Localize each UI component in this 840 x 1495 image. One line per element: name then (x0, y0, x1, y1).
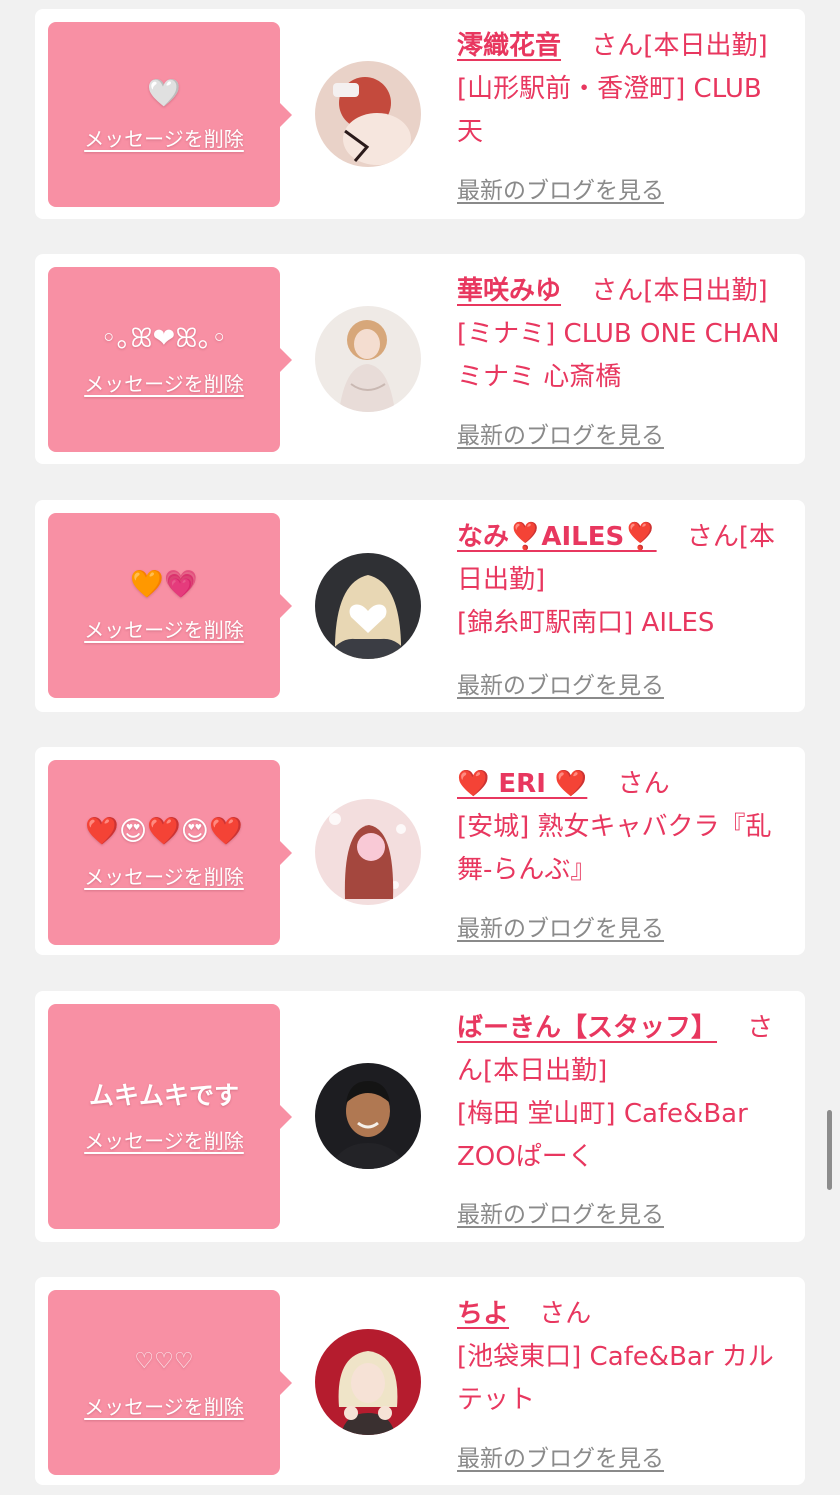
message-bubble: 🤍 メッセージを削除 (48, 22, 292, 207)
avatar[interactable] (315, 306, 421, 412)
latest-blog-link[interactable]: 最新のブログを見る (457, 171, 664, 205)
message-card: 🧡💗 メッセージを削除 なみ❣️AILES❣️ さん[本日出勤] [錦糸町駅南口… (35, 500, 805, 712)
latest-blog-link[interactable]: 最新のブログを見る (457, 666, 664, 700)
avatar-photo (315, 1329, 421, 1435)
honorific: さん (539, 1299, 592, 1329)
avatar[interactable] (315, 61, 421, 167)
scrollbar[interactable] (827, 1110, 832, 1190)
cast-info: なみ❣️AILES❣️ さん[本日出勤] [錦糸町駅南口] AILES (457, 516, 793, 645)
message-text: ❤️😍❤️😍❤️ (85, 816, 243, 847)
avatar[interactable] (315, 553, 421, 659)
latest-blog-link[interactable]: 最新のブログを見る (457, 1195, 664, 1229)
avatar[interactable] (315, 1329, 421, 1435)
message-text: 🧡💗 (130, 569, 198, 600)
latest-blog-link[interactable]: 最新のブログを見る (457, 1439, 664, 1473)
message-text: ♡♡♡ (134, 1349, 194, 1374)
status-line: [本日出勤] (643, 276, 768, 306)
cast-name-link[interactable]: ちよ (457, 1299, 509, 1329)
delete-message-link[interactable]: メッセージを削除 (84, 123, 244, 152)
status-line: [本日出勤] (483, 1056, 608, 1086)
status-line: [本日出勤] (643, 31, 768, 61)
cast-name-link[interactable]: 澪織花音 (457, 31, 561, 61)
delete-message-link[interactable]: メッセージを削除 (84, 614, 244, 643)
cast-info: 澪織花音 さん[本日出勤] [山形駅前・香澄町] CLUB 天 (457, 25, 793, 154)
message-card: ❤️😍❤️😍❤️ メッセージを削除 ❤️ ERI ❤️ さん [安城] 熟女キャ… (35, 747, 805, 955)
honorific: さん (617, 769, 670, 799)
latest-blog-link[interactable]: 最新のブログを見る (457, 416, 664, 450)
message-text: 🤍 (147, 78, 181, 109)
avatar-photo (315, 799, 421, 905)
delete-message-link[interactable]: メッセージを削除 (84, 1391, 244, 1420)
avatar[interactable] (315, 1063, 421, 1169)
avatar-photo (315, 553, 421, 659)
honorific: さん (686, 522, 739, 552)
cast-info: 華咲みゆ さん[本日出勤] [ミナミ] CLUB ONE CHAN ミナミ 心斎… (457, 270, 793, 399)
shop-line: [池袋東口] Cafe&Bar カルテット (457, 1342, 774, 1415)
message-bubble: ❤️😍❤️😍❤️ メッセージを削除 (48, 760, 292, 945)
latest-blog-link[interactable]: 最新のブログを見る (457, 909, 664, 943)
cast-info: ❤️ ERI ❤️ さん [安城] 熟女キャバクラ『乱舞-らんぶ』 (457, 763, 793, 892)
message-text: ◦｡ꕤ❤ꕤ｡◦ (100, 323, 228, 354)
cast-name-link[interactable]: ばーきん【スタッフ】 (457, 1013, 717, 1043)
avatar[interactable] (315, 799, 421, 905)
shop-line: [錦糸町駅南口] AILES (457, 608, 715, 638)
message-text: ムキムキです (88, 1081, 239, 1110)
shop-line: [山形駅前・香澄町] CLUB 天 (457, 74, 762, 147)
message-card: ♡♡♡ メッセージを削除 ちよ さん [池袋東口] Cafe&Bar カルテット… (35, 1277, 805, 1485)
honorific: さん (591, 276, 644, 306)
message-card: 🤍 メッセージを削除 澪織花音 さん[本日出勤] [山形駅前・香澄町] CLUB… (35, 9, 805, 219)
cast-name-link[interactable]: 華咲みゆ (457, 276, 561, 306)
shop-line: [ミナミ] CLUB ONE CHAN ミナミ 心斎橋 (457, 319, 780, 392)
avatar-photo (315, 61, 421, 167)
shop-line: [安城] 熟女キャバクラ『乱舞-らんぶ』 (457, 812, 772, 885)
avatar-photo (315, 1063, 421, 1169)
shop-line: [梅田 堂山町] Cafe&Bar ZOOぱーく (457, 1099, 748, 1172)
message-bubble: ◦｡ꕤ❤ꕤ｡◦ メッセージを削除 (48, 267, 292, 452)
cast-name-link[interactable]: ❤️ ERI ❤️ (457, 769, 587, 799)
message-card: ムキムキです メッセージを削除 ばーきん【スタッフ】 さん[本日出勤] [梅田 … (35, 991, 805, 1242)
delete-message-link[interactable]: メッセージを削除 (84, 861, 244, 890)
delete-message-link[interactable]: メッセージを削除 (84, 1125, 244, 1154)
delete-message-link[interactable]: メッセージを削除 (84, 368, 244, 397)
cast-info: ばーきん【スタッフ】 さん[本日出勤] [梅田 堂山町] Cafe&Bar ZO… (457, 1007, 793, 1179)
cast-name-link[interactable]: なみ❣️AILES❣️ (457, 522, 657, 552)
message-card: ◦｡ꕤ❤ꕤ｡◦ メッセージを削除 華咲みゆ さん[本日出勤] [ミナミ] CLU… (35, 254, 805, 464)
message-bubble: ムキムキです メッセージを削除 (48, 1004, 292, 1229)
cast-info: ちよ さん [池袋東口] Cafe&Bar カルテット (457, 1293, 793, 1422)
honorific: さん (591, 31, 644, 61)
avatar-photo (315, 306, 421, 412)
message-bubble: 🧡💗 メッセージを削除 (48, 513, 292, 698)
message-bubble: ♡♡♡ メッセージを削除 (48, 1290, 292, 1475)
